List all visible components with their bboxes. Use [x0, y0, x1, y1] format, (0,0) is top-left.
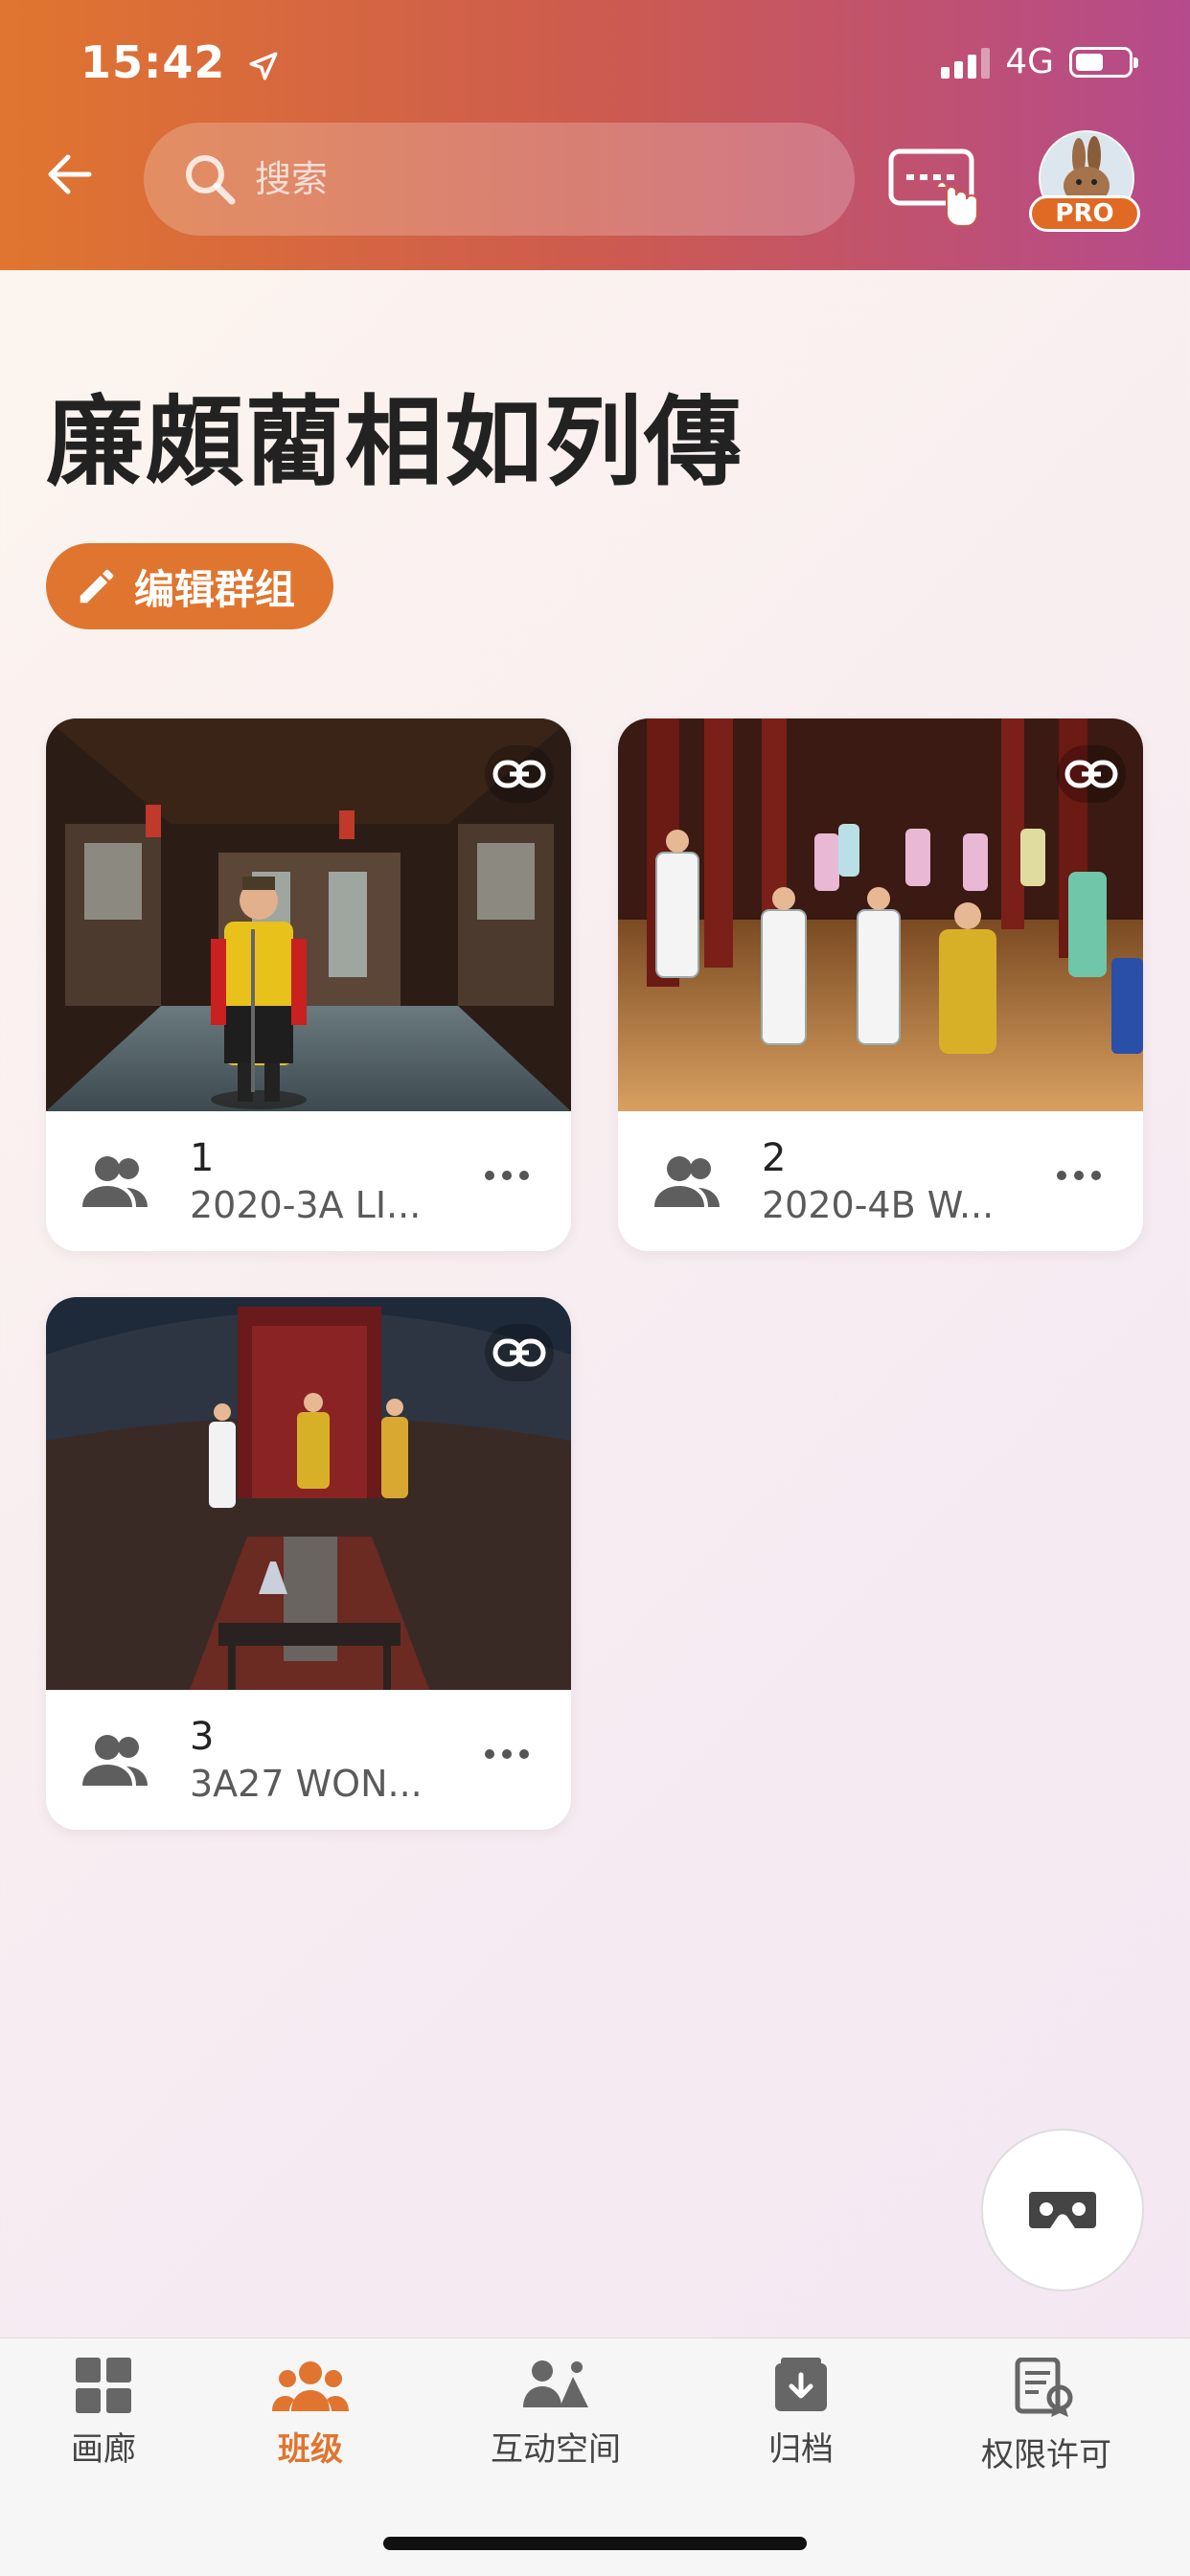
search-bar[interactable] — [144, 123, 855, 236]
status-time: 15:42 — [80, 36, 280, 88]
tab-label: 班级 — [278, 2430, 343, 2469]
space-card[interactable]: 2 2020-4B W... — [618, 718, 1143, 1251]
edit-group-label: 编辑群组 — [134, 565, 296, 613]
pencil-icon — [80, 569, 114, 604]
tab-gallery[interactable]: 画廊 — [0, 2358, 209, 2470]
users-icon — [82, 1156, 148, 1207]
page-title: 廉頗藺相如列傳 — [46, 386, 744, 500]
search-input[interactable] — [253, 157, 793, 201]
share-link-button[interactable] — [1057, 745, 1126, 803]
link-icon — [1064, 760, 1118, 788]
keyboard-pointer-icon — [888, 148, 978, 227]
card-subtitle: 3A27 WON... — [190, 1763, 423, 1805]
link-icon — [492, 1338, 546, 1367]
share-link-button[interactable] — [485, 1324, 554, 1381]
tab-label: 互动空间 — [491, 2430, 621, 2469]
back-button[interactable] — [38, 144, 100, 205]
arrow-left-icon — [48, 154, 92, 194]
network-type: 4G — [1005, 42, 1054, 81]
status-indicators: 4G — [941, 42, 1138, 81]
tab-interactive-space[interactable]: 互动空间 — [450, 2358, 661, 2470]
tab-archive[interactable]: 归档 — [696, 2358, 906, 2470]
link-icon — [492, 760, 546, 788]
card-footer: 1 2020-3A LI... — [46, 1111, 571, 1251]
card-footer: 3 3A27 WON... — [46, 1690, 571, 1830]
grid-icon — [76, 2358, 131, 2413]
vr-headset-icon — [1029, 2192, 1096, 2228]
edit-group-button[interactable]: 编辑群组 — [46, 543, 334, 629]
status-time-text: 15:42 — [80, 36, 226, 88]
more-options-icon[interactable] — [485, 1749, 529, 1759]
tab-class[interactable]: 班级 — [205, 2358, 416, 2470]
interactive-keyboard-button[interactable] — [887, 146, 983, 232]
space-thumbnail — [46, 718, 571, 1111]
space-card[interactable]: 3 3A27 WON... — [46, 1297, 571, 1830]
more-options-icon[interactable] — [1057, 1171, 1101, 1180]
tab-label: 归档 — [768, 2430, 834, 2469]
tab-license[interactable]: 权限许可 — [941, 2358, 1152, 2475]
space-thumbnail — [46, 1297, 571, 1690]
class-group-icon — [272, 2361, 349, 2411]
license-icon — [1015, 2358, 1073, 2417]
profile-avatar-button[interactable]: PRO — [1027, 130, 1142, 236]
card-number: 1 — [190, 1136, 215, 1180]
archive-icon — [775, 2358, 827, 2411]
space-card[interactable]: 1 2020-3A LI... — [46, 718, 571, 1251]
cellular-signal-icon — [941, 46, 991, 79]
card-subtitle: 2020-4B W... — [762, 1184, 995, 1226]
tab-label: 画廊 — [71, 2430, 136, 2469]
users-icon — [654, 1156, 720, 1207]
home-indicator — [383, 2537, 807, 2550]
app-header: 15:42 4G 搜索 PRO — [0, 0, 1190, 270]
interactive-space-icon — [523, 2360, 588, 2407]
users-icon — [82, 1735, 148, 1786]
vr-mode-button[interactable] — [981, 2129, 1144, 2291]
card-number: 2 — [762, 1136, 787, 1180]
space-thumbnail — [618, 718, 1143, 1111]
location-arrow-icon — [250, 52, 278, 80]
more-options-icon[interactable] — [485, 1171, 529, 1180]
card-subtitle: 2020-3A LI... — [190, 1184, 422, 1226]
share-link-button[interactable] — [485, 745, 554, 803]
pro-badge: PRO — [1029, 195, 1140, 232]
tab-label: 权限许可 — [981, 2436, 1111, 2474]
card-footer: 2 2020-4B W... — [618, 1111, 1143, 1251]
battery-icon — [1069, 46, 1138, 78]
card-number: 3 — [190, 1715, 215, 1759]
search-icon — [186, 155, 236, 205]
